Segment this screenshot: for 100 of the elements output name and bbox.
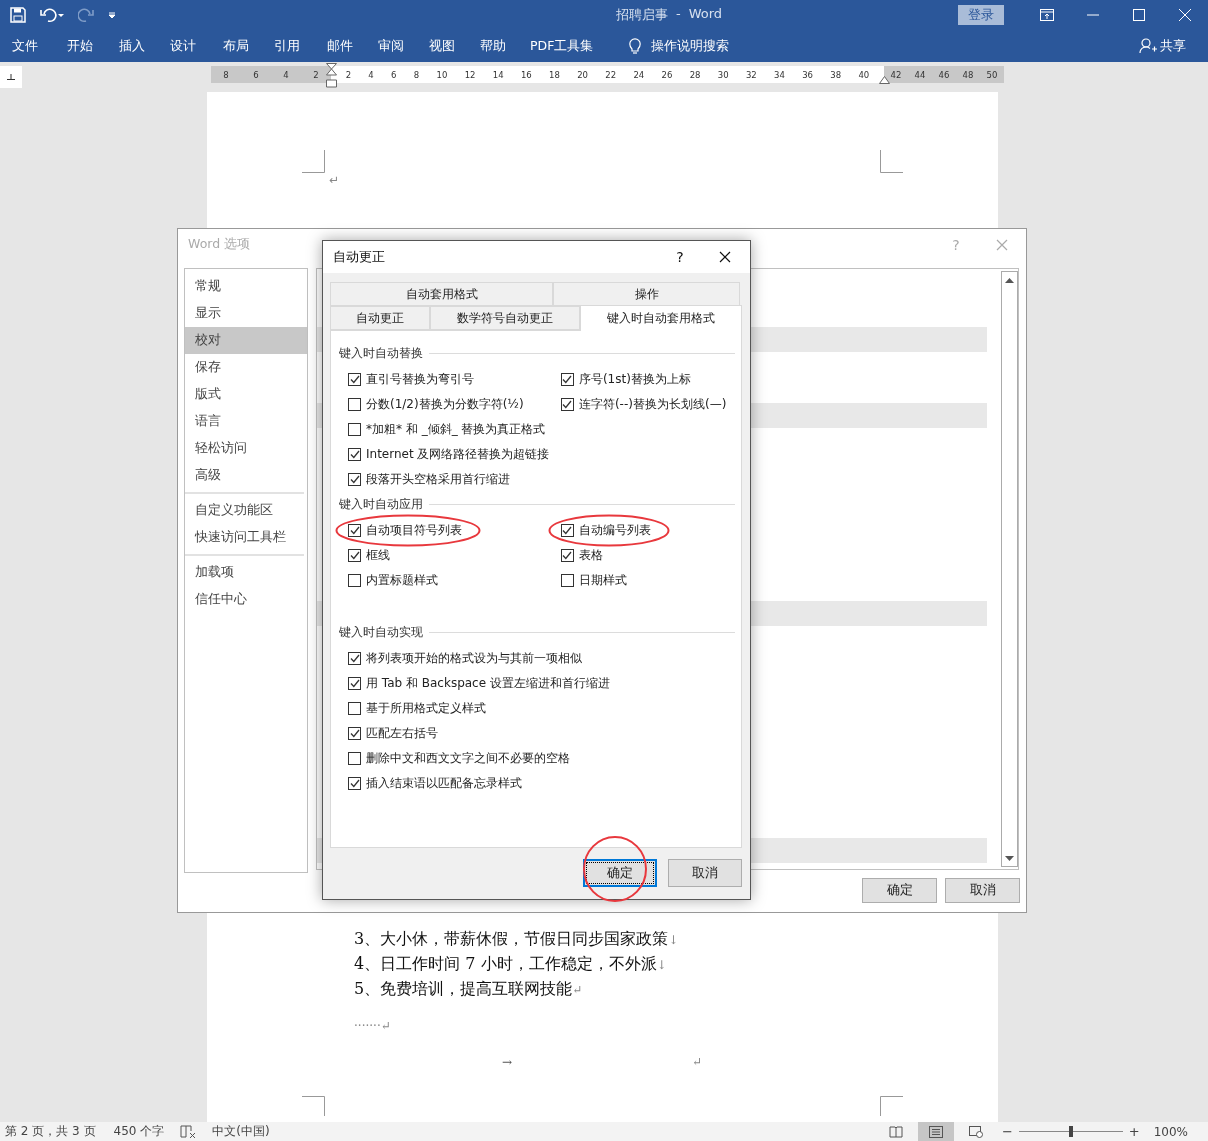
redo-icon[interactable] (78, 7, 94, 23)
sidebar-item[interactable]: 校对 (185, 327, 307, 355)
checkbox-label: 用 Tab 和 Backspace 设置左缩进和首行缩进 (366, 675, 610, 692)
checkbox[interactable] (348, 423, 361, 436)
checkbox[interactable] (560, 398, 574, 411)
proofing-icon[interactable] (180, 1124, 197, 1139)
ruler-number: 10 (436, 69, 448, 80)
checkbox[interactable] (348, 524, 361, 537)
checkbox[interactable] (560, 574, 574, 587)
checkbox[interactable] (560, 373, 574, 386)
ribbon-tab[interactable]: 插入 (119, 37, 145, 55)
vertical-scrollbar[interactable] (1001, 271, 1018, 868)
dropdown-caret-icon[interactable] (108, 11, 116, 19)
dialog-button[interactable]: 取消 (945, 878, 1020, 904)
ruler-number: 6 (253, 69, 259, 80)
zoom-out-button[interactable]: − (997, 1124, 1017, 1139)
ruler-number: 8 (223, 69, 229, 80)
checkbox-label: 表格 (578, 547, 603, 564)
checkbox[interactable] (348, 677, 361, 690)
ribbon-tab[interactable]: 视图 (429, 37, 455, 55)
share-button[interactable]: 共享 (1139, 37, 1186, 55)
checkbox-label: 匹配左右括号 (366, 725, 438, 742)
zoom-level[interactable]: 100% (1153, 1124, 1188, 1139)
sidebar-item[interactable]: 信任中心 (185, 586, 307, 614)
checkbox[interactable] (348, 473, 361, 486)
ruler-number: 48 (962, 69, 974, 80)
sidebar-item[interactable]: 语言 (185, 408, 307, 436)
tell-me-search[interactable]: 操作说明搜索 (617, 37, 730, 55)
page-icon (928, 1125, 943, 1138)
word-count[interactable]: 450 个字 (113, 1123, 165, 1140)
sidebar-item[interactable]: 快速访问工具栏 (185, 524, 307, 552)
ruler-number: 24 (633, 69, 645, 80)
checkbox[interactable] (348, 752, 361, 765)
ribbon-tab[interactable]: 引用 (274, 37, 300, 55)
language-status[interactable]: 中文(中国) (212, 1123, 270, 1140)
scroll-down-icon[interactable] (1005, 855, 1014, 861)
checkbox[interactable] (348, 777, 361, 790)
ruler-number: 16 (520, 69, 532, 80)
ruler-number: 14 (492, 69, 504, 80)
ribbon-tab[interactable]: 邮件 (327, 37, 353, 55)
indent-marker-icon[interactable] (326, 63, 337, 89)
close-icon (719, 251, 731, 263)
checkbox[interactable] (348, 448, 361, 461)
ruler-number: 40 (858, 69, 870, 80)
checkbox[interactable] (560, 524, 574, 537)
checkbox-label: 序号(1st)替换为上标 (578, 371, 691, 388)
undo-icon[interactable] (40, 7, 64, 23)
ruler-number: 18 (549, 69, 560, 80)
zoom-in-button[interactable]: + (1124, 1124, 1144, 1139)
scroll-up-icon[interactable] (1005, 277, 1014, 283)
maximize-icon (1133, 9, 1145, 21)
view-button[interactable] (917, 1122, 954, 1141)
tab[interactable]: 自动更正 (330, 306, 430, 330)
checkbox[interactable] (348, 549, 361, 562)
checkbox[interactable] (348, 398, 361, 411)
page-count[interactable]: 第 2 页，共 3 页 (5, 1123, 96, 1140)
ribbon-tab[interactable]: 审阅 (378, 37, 404, 55)
ribbon-tab[interactable]: 帮助 (480, 37, 506, 55)
dialog-button[interactable]: 取消 (668, 859, 742, 887)
ruler-number: 4 (283, 69, 289, 80)
ribbon-tab[interactable]: PDF工具集 (530, 37, 594, 55)
checkbox[interactable] (348, 702, 361, 715)
tab[interactable]: 键入时自动套用格式 (580, 305, 742, 331)
checkbox-label: 日期样式 (578, 572, 627, 589)
checkbox[interactable] (348, 727, 361, 740)
dialog-title: 自动更正 (333, 248, 386, 266)
checkbox[interactable] (560, 549, 574, 562)
tab[interactable]: 自动套用格式 (330, 282, 553, 306)
checkbox-label: 直引号替换为弯引号 (366, 371, 474, 388)
ruler-number: 50 (986, 69, 998, 80)
checkbox-label: 分数(1/2)替换为分数字符(½) (366, 396, 524, 413)
sidebar-item[interactable]: 保存 (185, 354, 307, 382)
crop-mark-icon (880, 1096, 903, 1116)
sidebar-item[interactable]: 轻松访问 (185, 435, 307, 463)
ribbon-tab[interactable]: 设计 (170, 37, 196, 55)
ribbon-tab[interactable]: 布局 (223, 37, 249, 55)
help-button[interactable]: ? (665, 249, 695, 265)
sidebar-item[interactable]: 常规 (185, 273, 307, 301)
dialog-button[interactable]: 确定 (862, 878, 937, 904)
checkbox[interactable] (348, 574, 361, 587)
section-title: 键入时自动替换 (339, 344, 423, 362)
tab-selector-icon[interactable] (0, 66, 22, 88)
zoom-slider-thumb[interactable] (1068, 1126, 1073, 1137)
login-button[interactable]: 登录 (958, 5, 1004, 25)
ribbon-tab[interactable]: 开始 (67, 37, 93, 55)
sidebar-item[interactable]: 显示 (185, 300, 307, 328)
ribbon-display-icon (1040, 9, 1054, 21)
sidebar-item[interactable]: 版式 (185, 381, 307, 409)
sidebar-item[interactable]: 自定义功能区 (185, 497, 307, 525)
dialog-button[interactable]: 确定 (583, 859, 657, 887)
checkbox[interactable] (348, 652, 361, 665)
right-indent-marker-icon[interactable] (879, 76, 890, 84)
checkbox[interactable] (348, 373, 361, 386)
sidebar-item[interactable]: 加载项 (185, 559, 307, 587)
tab[interactable]: 操作 (553, 282, 740, 306)
ribbon-tab[interactable]: 文件 (12, 37, 38, 55)
save-icon[interactable] (10, 7, 26, 23)
close-icon (996, 238, 1008, 251)
sidebar-item[interactable]: 高级 (185, 462, 307, 490)
tab[interactable]: 数学符号自动更正 (430, 306, 580, 330)
